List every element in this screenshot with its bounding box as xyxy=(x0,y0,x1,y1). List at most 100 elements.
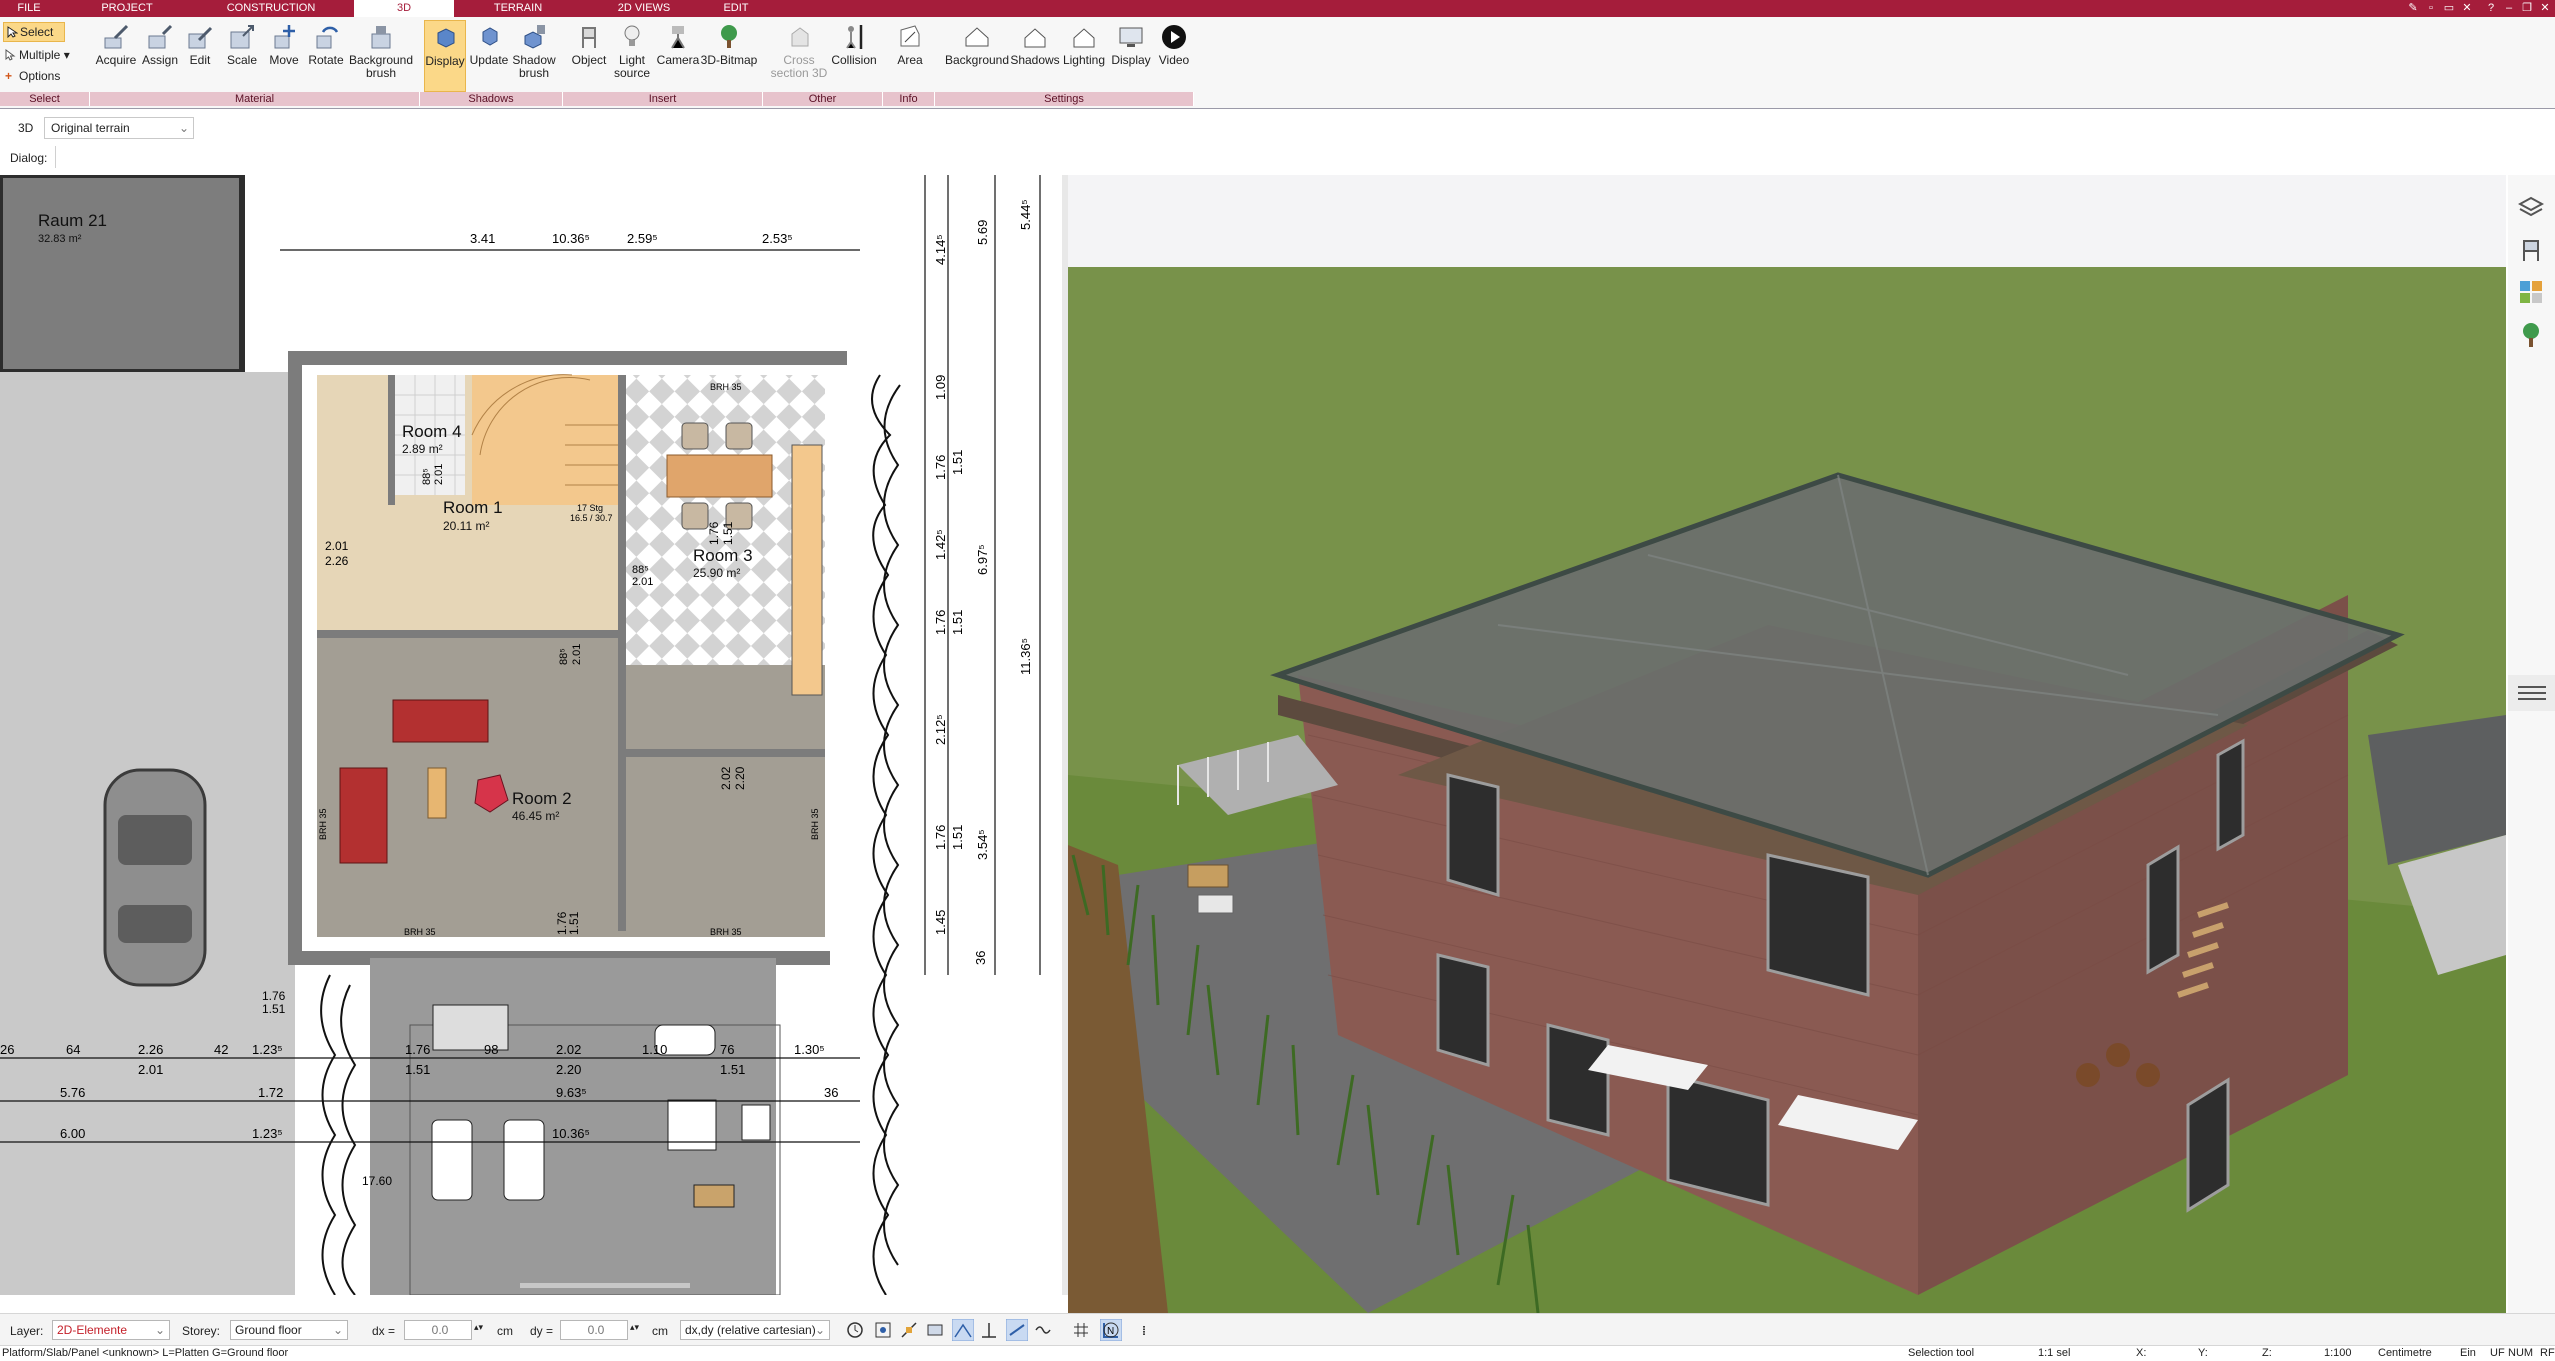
storey-select[interactable]: Ground floor ⌄ xyxy=(230,1320,348,1340)
monitor-icon xyxy=(1119,27,1143,47)
dx-value: 0.0 xyxy=(431,1323,449,1337)
chevron-down-icon: ⌄ xyxy=(178,121,189,135)
tab-construction[interactable]: CONSTRUCTION xyxy=(216,0,326,17)
select-button[interactable]: Select xyxy=(3,22,65,42)
dx-input[interactable]: 0.0 xyxy=(404,1320,472,1340)
snap-midpoint-icon[interactable] xyxy=(926,1321,944,1339)
chair-catalog-icon[interactable] xyxy=(2518,237,2544,263)
assign-button[interactable]: Assign xyxy=(139,20,181,92)
lighting-settings-button[interactable]: Lighting xyxy=(1060,20,1108,92)
chair xyxy=(681,422,709,450)
plus-icon: + xyxy=(5,69,13,83)
plants-catalog-icon[interactable] xyxy=(2518,321,2544,349)
help-icon[interactable]: ? xyxy=(2484,1,2498,15)
collision-button[interactable]: Collision xyxy=(830,20,878,92)
misc-label: 2.26 xyxy=(325,554,349,568)
tab-3d[interactable]: 3D xyxy=(354,0,454,17)
grid-icon[interactable] xyxy=(1072,1321,1090,1339)
restore-icon[interactable]: ▭ xyxy=(2442,1,2456,15)
video-button[interactable]: Video xyxy=(1154,20,1194,92)
misc-label: 16.5 / 30.7 xyxy=(570,513,613,523)
multi-cursor-icon xyxy=(5,49,16,61)
clock-icon[interactable] xyxy=(846,1321,864,1339)
dx-spinner-icon[interactable]: ▴▾ xyxy=(474,1322,483,1333)
options-button[interactable]: + Options xyxy=(3,68,60,84)
panel-handle-icon[interactable] xyxy=(2508,675,2555,711)
terrain-select-value: Original terrain xyxy=(51,121,130,135)
view-bar: 3D Original terrain ⌄ xyxy=(0,113,2555,143)
layer-select[interactable]: 2D-Elemente ⌄ xyxy=(52,1320,170,1340)
dy-input[interactable]: 0.0 xyxy=(560,1320,628,1340)
shadows-settings-button[interactable]: Shadows xyxy=(1010,20,1060,92)
window-restore-icon[interactable]: ❐ xyxy=(2520,1,2534,15)
dimension-label: 98 xyxy=(484,1042,498,1057)
insert-3d-bitmap-button[interactable]: 3D-Bitmap xyxy=(700,20,758,92)
close-doc-icon[interactable]: ✕ xyxy=(2460,1,2474,15)
misc-label: 1.51 xyxy=(262,1002,286,1016)
3d-render-canvas[interactable] xyxy=(1068,175,2506,1313)
misc-label: 88⁵ xyxy=(421,468,433,485)
cross-section-icon xyxy=(791,27,809,47)
cross-section-3d-button[interactable]: Cross section 3D xyxy=(766,20,832,92)
snap-line-icon[interactable] xyxy=(900,1321,918,1339)
sun-lounger xyxy=(503,1119,545,1201)
coordinate-mode-select[interactable]: dx,dy (relative cartesian) ⌄ xyxy=(680,1320,830,1340)
area-info-button[interactable]: Area xyxy=(890,20,930,92)
group-label-insert: Insert xyxy=(563,92,763,106)
dimension-label: 2.20 xyxy=(556,1062,581,1077)
tab-terrain[interactable]: TERRAIN xyxy=(480,0,556,17)
minimize-icon[interactable]: – xyxy=(2502,1,2516,15)
acquire-button[interactable]: Acquire xyxy=(93,20,139,92)
multiple-select-dropdown[interactable]: Multiple ▾ xyxy=(3,47,70,63)
misc-label: BRH 35 xyxy=(710,382,742,392)
tab-file[interactable]: FILE xyxy=(6,0,52,17)
3d-view[interactable] xyxy=(1068,175,2506,1313)
tab-project[interactable]: PROJECT xyxy=(90,0,164,17)
background-settings-button[interactable]: Background xyxy=(944,20,1010,92)
insert-object-button[interactable]: Object xyxy=(568,20,610,92)
tab-edit[interactable]: EDIT xyxy=(716,0,756,17)
horizontal-scrollbar[interactable] xyxy=(520,1283,690,1288)
dx-label: dx = xyxy=(372,1324,396,1338)
display-shadows-button[interactable]: Display xyxy=(424,20,466,92)
tools-icon[interactable]: ✎ xyxy=(2406,1,2420,15)
edit-material-button[interactable]: Edit xyxy=(181,20,219,92)
misc-label: 2.01 xyxy=(433,464,445,485)
rotate-button[interactable]: Rotate xyxy=(306,20,346,92)
floor-plan-view[interactable]: Raum 21 32.83 m² Room 4 2.89 m² Room 1 2… xyxy=(0,175,1062,1295)
shadow-brush-icon xyxy=(524,25,545,49)
terrain-select[interactable]: Original terrain ⌄ xyxy=(44,117,194,139)
dy-spinner-icon[interactable]: ▴▾ xyxy=(630,1322,639,1333)
status-ein: Ein xyxy=(2460,1347,2476,1359)
snap-angle-icon[interactable] xyxy=(952,1319,974,1341)
insert-camera-button[interactable]: Camera xyxy=(656,20,700,92)
maximize-icon[interactable]: ▫ xyxy=(2424,1,2438,15)
area-icon xyxy=(900,25,920,47)
tab-2d-views[interactable]: 2D VIEWS xyxy=(604,0,684,17)
background-brush-button[interactable]: Background brush xyxy=(346,20,416,92)
misc-label: 17 Stg xyxy=(577,503,603,513)
dimension-label: 1.51 xyxy=(950,450,965,475)
move-button[interactable]: Move xyxy=(265,20,303,92)
dimension-label: 2.53⁵ xyxy=(762,231,793,246)
materials-palette-icon[interactable] xyxy=(2518,279,2544,305)
background-house-icon xyxy=(965,27,989,47)
status-rf: RF xyxy=(2540,1347,2555,1359)
window-close-icon[interactable]: ✕ xyxy=(2538,1,2552,15)
insert-light-source-button[interactable]: Light source xyxy=(610,20,654,92)
scale-button[interactable]: Scale xyxy=(223,20,261,92)
snap-wave-icon[interactable] xyxy=(1034,1321,1052,1339)
layers-icon[interactable] xyxy=(2518,195,2544,219)
snap-perpendicular-icon[interactable] xyxy=(980,1321,998,1339)
dimension-label: 10.36⁵ xyxy=(552,231,590,246)
display-settings-button[interactable]: Display xyxy=(1108,20,1154,92)
dialog-label: Dialog: xyxy=(10,151,48,165)
room-name: Room 3 xyxy=(693,546,753,565)
floor-plan-canvas[interactable]: Raum 21 32.83 m² Room 4 2.89 m² Room 1 2… xyxy=(0,175,1062,1295)
status-uf: UF xyxy=(2490,1347,2505,1359)
snap-tangent-icon[interactable] xyxy=(1006,1319,1028,1341)
snap-point-icon[interactable] xyxy=(874,1321,892,1339)
update-shadows-button[interactable]: Update xyxy=(468,20,510,92)
more-options-icon[interactable]: ⁞ xyxy=(1142,1324,1146,1338)
shadow-brush-button[interactable]: Shadow brush xyxy=(512,20,556,92)
